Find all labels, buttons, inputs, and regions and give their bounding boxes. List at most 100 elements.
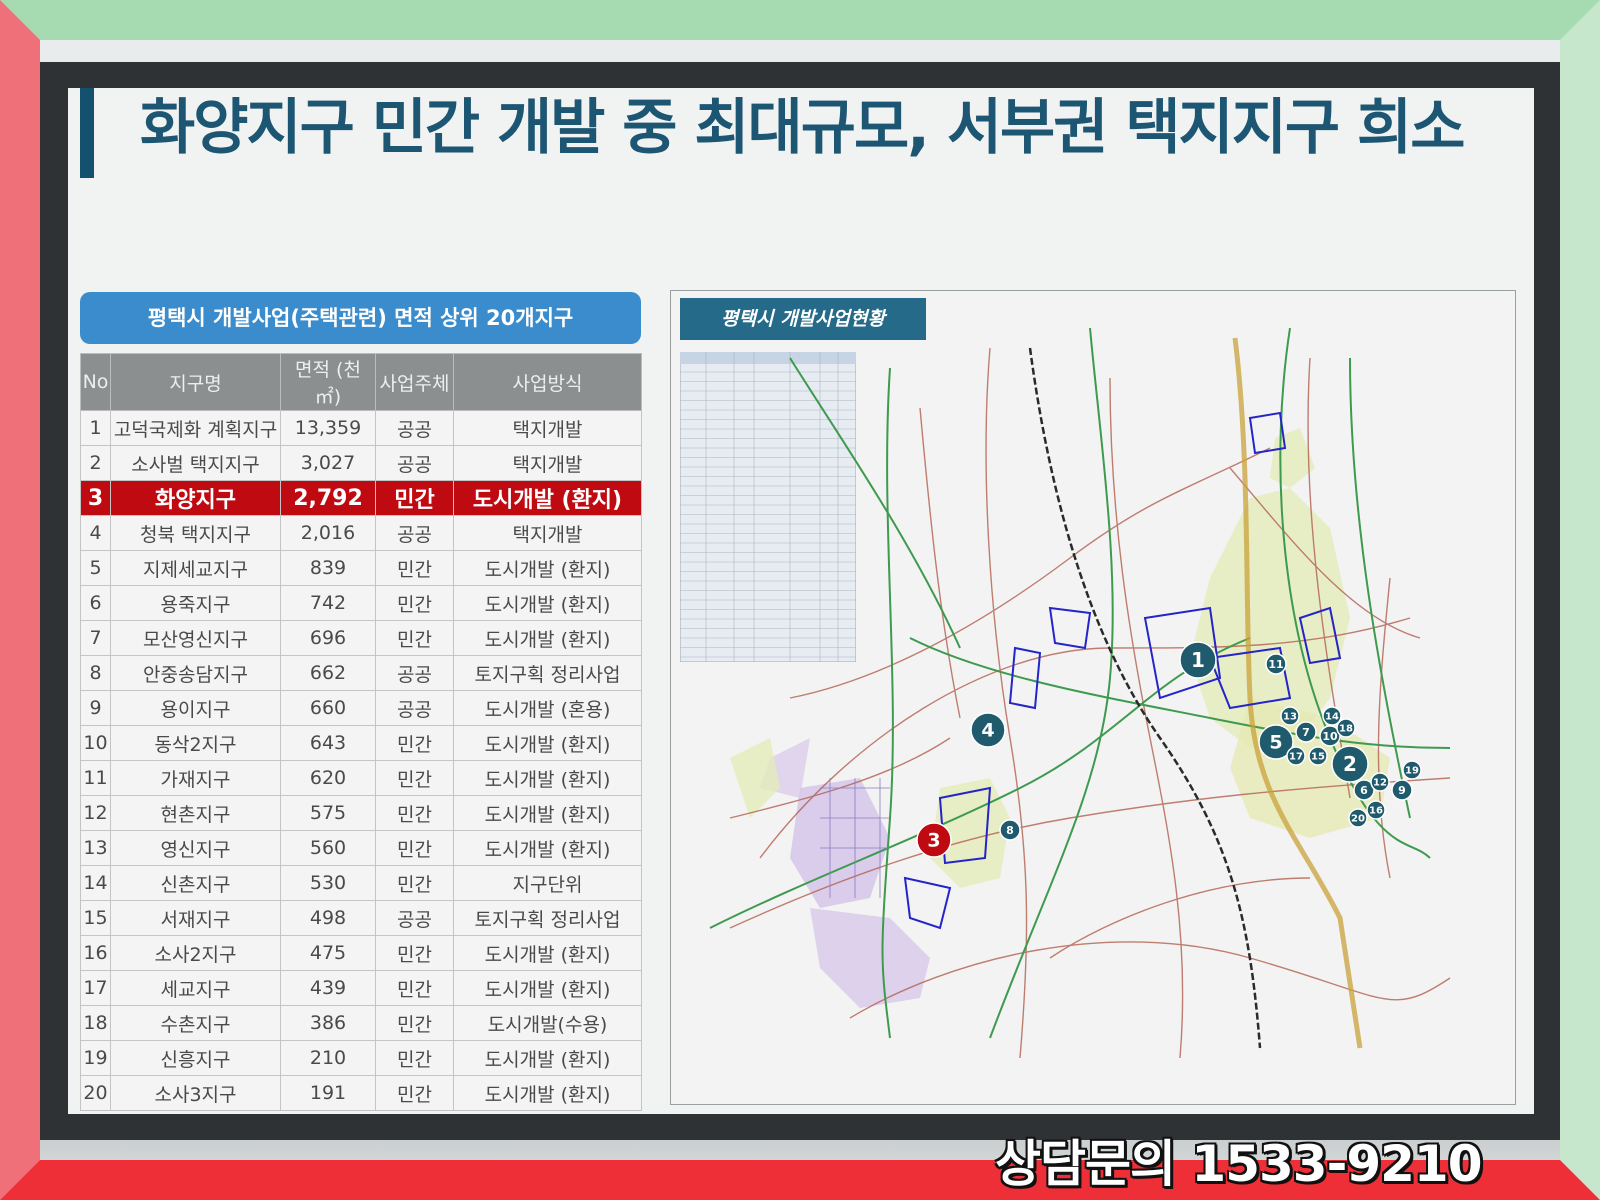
- district-marker-13: 13: [1280, 706, 1300, 726]
- cell-owner: 민간: [375, 760, 454, 796]
- cell-no: 9: [80, 690, 111, 726]
- cell-owner: 공공: [375, 690, 454, 726]
- cell-owner: 공공: [375, 515, 454, 551]
- contact-banner: 상담문의 1533-9210: [995, 1135, 1482, 1193]
- cell-owner: 민간: [375, 795, 454, 831]
- column-header-area: 면적 (천㎡): [280, 353, 376, 411]
- cell-area: 210: [280, 1040, 376, 1076]
- marker-label: 20: [1351, 813, 1365, 824]
- district-marker-7: 7: [1295, 721, 1317, 743]
- cell-method: 도시개발 (환지): [453, 970, 642, 1006]
- marker-label: 1: [1191, 648, 1205, 672]
- column-header-no: No: [80, 353, 111, 411]
- marker-label: 15: [1311, 751, 1325, 762]
- cell-no: 16: [80, 935, 111, 971]
- cell-owner: 공공: [375, 445, 454, 481]
- cell-no: 19: [80, 1040, 111, 1076]
- slide-title: 화양지구 민간 개발 중 최대규모, 서부권 택지지구 희소: [140, 93, 1465, 163]
- title-accent-bar: [80, 88, 94, 178]
- cell-name: 세교지구: [110, 970, 281, 1006]
- table-row: 7 모산영신지구 696 민간 도시개발 (환지): [80, 620, 642, 656]
- cell-no: 7: [80, 620, 111, 656]
- marker-label: 17: [1289, 751, 1303, 762]
- frame-top-border: [0, 0, 1600, 40]
- district-marker-4: 4: [970, 712, 1006, 748]
- table-header-title: 평택시 개발사업(주택관련) 면적 상위 20개지구: [147, 306, 574, 330]
- marker-label: 5: [1269, 731, 1282, 753]
- cell-name: 고덕국제화 계획지구: [110, 410, 281, 446]
- cell-area: 3,027: [280, 445, 376, 481]
- district-marker-19: 19: [1402, 760, 1422, 780]
- cell-name: 용이지구: [110, 690, 281, 726]
- cell-no: 2: [80, 445, 111, 481]
- cell-method: 도시개발 (환지): [453, 620, 642, 656]
- marker-label: 3: [927, 829, 940, 851]
- cell-method: 도시개발 (환지): [453, 795, 642, 831]
- cell-no: 12: [80, 795, 111, 831]
- district-marker-12: 12: [1370, 772, 1390, 792]
- cell-owner: 민간: [375, 935, 454, 971]
- marker-label: 16: [1369, 805, 1383, 816]
- cell-area: 498: [280, 900, 376, 936]
- cell-owner: 민간: [375, 1040, 454, 1076]
- cell-area: 2,792: [280, 480, 376, 516]
- marker-label: 6: [1360, 784, 1368, 797]
- cell-owner: 민간: [375, 725, 454, 761]
- cell-no: 4: [80, 515, 111, 551]
- cell-method: 도시개발 (환지): [453, 935, 642, 971]
- cell-area: 643: [280, 725, 376, 761]
- cell-name: 동삭2지구: [110, 725, 281, 761]
- cell-no: 1: [80, 410, 111, 446]
- district-marker-2: 2: [1331, 745, 1369, 783]
- cell-area: 696: [280, 620, 376, 656]
- cell-owner: 민간: [375, 585, 454, 621]
- district-marker-3: 3: [916, 822, 952, 858]
- cell-area: 839: [280, 550, 376, 586]
- district-marker-15: 15: [1308, 746, 1328, 766]
- cell-area: 575: [280, 795, 376, 831]
- cell-area: 191: [280, 1075, 376, 1111]
- cell-method: 도시개발 (환지): [453, 1075, 642, 1111]
- table-body: 1 고덕국제화 계획지구 13,359 공공 택지개발 2 소사벌 택지지구 3,027 공공 택…: [80, 410, 642, 1111]
- district-marker-17: 17: [1286, 746, 1306, 766]
- cell-method: 도시개발 (혼용): [453, 690, 642, 726]
- cell-name: 가재지구: [110, 760, 281, 796]
- cell-method: 지구단위: [453, 865, 642, 901]
- table-row: 6 용죽지구 742 민간 도시개발 (환지): [80, 585, 642, 621]
- cell-name: 안중송담지구: [110, 655, 281, 691]
- district-marker-9: 9: [1391, 779, 1413, 801]
- marker-label: 10: [1322, 730, 1338, 743]
- cell-name: 수촌지구: [110, 1005, 281, 1041]
- cell-method: 도시개발 (환지): [453, 550, 642, 586]
- cell-no: 20: [80, 1075, 111, 1111]
- cell-area: 439: [280, 970, 376, 1006]
- cell-area: 13,359: [280, 410, 376, 446]
- column-header-name: 지구명: [110, 353, 281, 411]
- table-row: 15 서재지구 498 공공 토지구획 정리사업: [80, 900, 642, 936]
- marker-label: 11: [1268, 658, 1283, 671]
- cell-no: 6: [80, 585, 111, 621]
- table-row: 9 용이지구 660 공공 도시개발 (혼용): [80, 690, 642, 726]
- cell-name: 화양지구: [110, 480, 281, 516]
- cell-name: 청북 택지지구: [110, 515, 281, 551]
- cell-method: 도시개발 (환지): [453, 725, 642, 761]
- table-header-row: No 지구명 면적 (천㎡) 사업주체 사업방식: [80, 353, 642, 411]
- table-row: 14 신촌지구 530 민간 지구단위: [80, 865, 642, 901]
- cell-name: 신촌지구: [110, 865, 281, 901]
- cell-owner: 민간: [375, 620, 454, 656]
- cell-area: 660: [280, 690, 376, 726]
- cell-method: 토지구획 정리사업: [453, 655, 642, 691]
- cell-method: 택지개발: [453, 410, 642, 446]
- marker-label: 18: [1339, 723, 1353, 734]
- cell-no: 8: [80, 655, 111, 691]
- cell-no: 18: [80, 1005, 111, 1041]
- cell-method: 도시개발 (환지): [453, 830, 642, 866]
- cell-owner: 공공: [375, 900, 454, 936]
- cell-owner: 민간: [375, 550, 454, 586]
- cell-area: 386: [280, 1005, 376, 1041]
- cell-owner: 민간: [375, 1005, 454, 1041]
- marker-label: 13: [1283, 711, 1297, 722]
- table-row: 16 소사2지구 475 민간 도시개발 (환지): [80, 935, 642, 971]
- cell-owner: 민간: [375, 1075, 454, 1111]
- cell-area: 620: [280, 760, 376, 796]
